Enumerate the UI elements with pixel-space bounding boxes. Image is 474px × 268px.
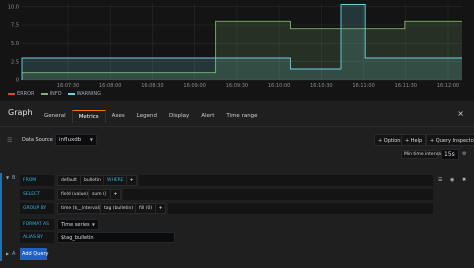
- legend-label: INFO: [49, 91, 62, 97]
- data-source-select[interactable]: influxdb ▼: [55, 134, 97, 146]
- trash-icon[interactable]: ✖: [462, 177, 466, 183]
- retention-policy-segment[interactable]: default: [57, 175, 81, 186]
- tab-axes[interactable]: Axes: [106, 110, 131, 123]
- tab-display[interactable]: Display: [163, 110, 195, 123]
- divider: [0, 126, 474, 127]
- chart-legend: ERROR INFO WARNING: [8, 90, 101, 98]
- y-tick-label: 10.0: [8, 4, 19, 10]
- database-icon: ☰: [7, 137, 13, 144]
- x-tick-label: 16:11:30: [395, 83, 417, 89]
- min-interval-row: Min time interval 15s ⚙: [0, 148, 474, 161]
- x-tick-label: 16:09:30: [226, 83, 248, 89]
- alias-by-label: ALIAS BY: [20, 232, 54, 243]
- select-field-segment[interactable]: field (value): [57, 189, 92, 200]
- editor-header: Graph General Metrics Axes Legend Displa…: [0, 106, 474, 127]
- legend-item-info[interactable]: INFO: [40, 91, 62, 97]
- legend-label: ERROR: [17, 91, 35, 97]
- legend-swatch: [40, 93, 48, 95]
- x-tick-label: 16:08:30: [141, 83, 163, 89]
- format-as-select[interactable]: Time series ▼: [57, 219, 99, 230]
- x-tick-label: 16:08:00: [99, 83, 121, 89]
- fill-segment[interactable]: fill (0): [135, 203, 157, 214]
- y-tick-label: 5.0: [11, 41, 19, 47]
- y-tick-label: 2.5: [11, 59, 19, 65]
- legend-swatch: [8, 93, 15, 95]
- tab-metrics[interactable]: Metrics: [71, 110, 106, 123]
- x-tick-label: 16:10:00: [268, 83, 290, 89]
- x-tick-label: 16:12:00: [437, 83, 459, 89]
- add-where-button[interactable]: +: [126, 175, 137, 186]
- eye-icon[interactable]: ◉: [450, 177, 454, 183]
- data-source-row: ☰ Data Source influxdb ▼ + Options + Hel…: [0, 134, 474, 147]
- x-tick-label: 16:09:00: [183, 83, 205, 89]
- info-icon[interactable]: ⚙: [462, 151, 466, 157]
- add-query-row: ▶ A Add Query: [0, 247, 474, 261]
- tab-alert[interactable]: Alert: [195, 110, 220, 123]
- legend-item-error[interactable]: ERROR: [8, 91, 35, 97]
- min-interval-label: Min time interval: [401, 150, 442, 159]
- y-tick-label: 7.5: [11, 23, 19, 29]
- query-ref-id: A: [12, 251, 16, 257]
- query-gutter: ▼ B: [0, 173, 18, 248]
- x-tick-label: 16:11:00: [352, 83, 374, 89]
- tab-general[interactable]: General: [38, 110, 72, 123]
- segment-filler: [139, 175, 433, 186]
- tab-time-range[interactable]: Time range: [220, 110, 263, 123]
- time-series-chart: 0 2.5 5.0 7.5 10.0 16:07:30 16:08:00 16:08:30 16…: [8, 3, 462, 89]
- panel-editor: Graph General Metrics Axes Legend Displa…: [0, 101, 474, 268]
- query-inspector-button[interactable]: + Query Inspector: [426, 134, 474, 146]
- menu-icon[interactable]: ☰: [438, 177, 442, 183]
- measurement-segment[interactable]: bulletin: [80, 175, 105, 186]
- from-label: FROM: [20, 175, 54, 186]
- add-group-by-button[interactable]: +: [155, 203, 166, 214]
- where-keyword: WHERE: [103, 175, 128, 186]
- legend-swatch: [67, 93, 75, 95]
- editor-tabs: General Metrics Axes Legend Display Aler…: [38, 110, 264, 123]
- format-as-value: Time series: [61, 222, 90, 228]
- tab-legend[interactable]: Legend: [131, 110, 163, 123]
- help-button[interactable]: + Help: [401, 134, 427, 146]
- segment-filler: [168, 203, 433, 214]
- query-ref-id: B: [12, 175, 16, 181]
- collapse-icon[interactable]: ▶: [6, 251, 9, 256]
- select-function-segment[interactable]: sum (): [88, 189, 111, 200]
- x-tick-label: 16:10:30: [310, 83, 332, 89]
- legend-item-warning[interactable]: WARNING: [67, 91, 101, 97]
- format-as-label: FORMAT AS: [20, 219, 54, 230]
- group-by-label: GROUP BY: [20, 203, 54, 214]
- add-query-button[interactable]: Add Query: [20, 248, 48, 260]
- editor-title: Graph: [8, 108, 33, 117]
- caret-down-icon: ▼: [91, 222, 95, 227]
- group-by-time-segment[interactable]: time ($__interval): [57, 203, 105, 214]
- data-source-value: influxdb: [59, 137, 82, 143]
- min-interval-input[interactable]: 15s: [441, 149, 459, 160]
- legend-label: WARNING: [76, 91, 101, 97]
- close-icon[interactable]: ×: [457, 109, 464, 118]
- y-tick-label: 0: [16, 78, 19, 84]
- caret-down-icon: ▼: [89, 137, 93, 142]
- select-label: SELECT: [20, 189, 54, 200]
- query-gutter: ▶ A: [0, 247, 18, 261]
- graph-panel: 0 2.5 5.0 7.5 10.0 16:07:30 16:08:00 16:08:30 16…: [0, 0, 474, 101]
- collapse-icon[interactable]: ▼: [6, 175, 9, 180]
- segment-filler: [123, 189, 433, 200]
- group-by-tag-segment[interactable]: tag (bulletin): [100, 203, 138, 214]
- x-tick-label: 16:07:30: [57, 83, 79, 89]
- alias-by-input[interactable]: $tag_bulletin: [57, 232, 175, 243]
- add-select-button[interactable]: +: [110, 189, 121, 200]
- data-source-label: Data Source: [22, 137, 53, 143]
